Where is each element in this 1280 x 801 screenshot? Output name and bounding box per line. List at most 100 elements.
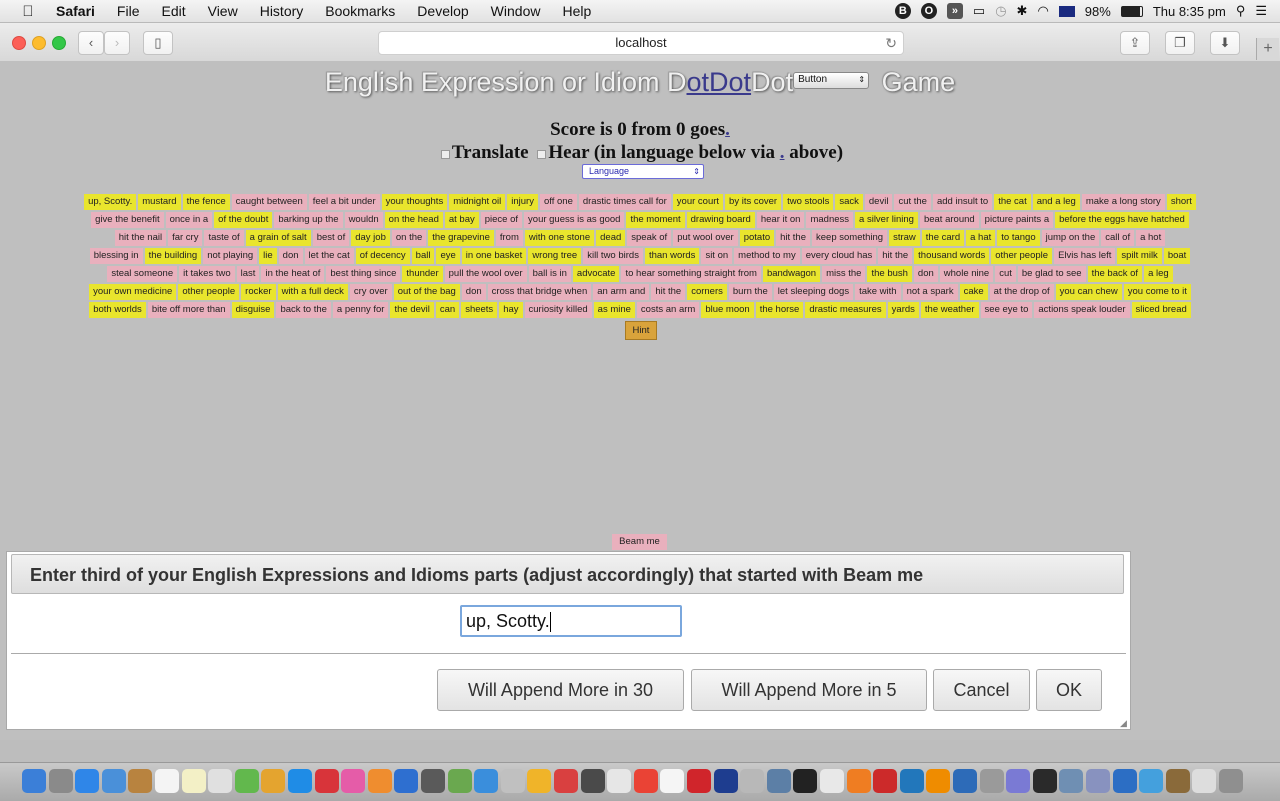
dock-app-icon[interactable]: [554, 769, 578, 793]
idiom-tile[interactable]: hit the: [776, 230, 811, 246]
idiom-tile[interactable]: of decency: [355, 248, 410, 264]
dock-app-icon[interactable]: [793, 769, 818, 793]
idiom-tile[interactable]: out of the bag: [393, 284, 460, 300]
idiom-tile[interactable]: sit on: [701, 248, 733, 264]
dock-app-icon[interactable]: [1219, 769, 1243, 793]
idiom-tile[interactable]: thunder: [402, 266, 443, 282]
dock-app-icon[interactable]: [979, 769, 1004, 793]
idiom-tile[interactable]: dead: [596, 230, 626, 246]
idiom-tile[interactable]: keep something: [812, 230, 888, 246]
idiom-tile[interactable]: before the eggs have hatched: [1055, 212, 1189, 228]
dock-app-icon[interactable]: [474, 769, 499, 793]
dock-app-icon[interactable]: [394, 769, 419, 793]
dock-app-icon[interactable]: [341, 769, 366, 793]
idiom-tile[interactable]: caught between: [231, 194, 307, 210]
idiom-tile[interactable]: cake: [959, 284, 988, 300]
idiom-tile[interactable]: picture paints a: [980, 212, 1054, 228]
idiom-tile[interactable]: straw: [889, 230, 920, 246]
idiom-tile[interactable]: other people: [178, 284, 240, 300]
idiom-tile[interactable]: your guess is as good: [524, 212, 625, 228]
idiom-tile[interactable]: than words: [644, 248, 700, 264]
dock-app-icon[interactable]: [48, 769, 73, 793]
idiom-tile[interactable]: speak of: [627, 230, 672, 246]
dock-app-icon[interactable]: [421, 769, 445, 793]
idiom-tile[interactable]: advocate: [572, 266, 620, 282]
idiom-tile[interactable]: the back of: [1087, 266, 1143, 282]
idiom-tile[interactable]: burn the: [728, 284, 772, 300]
idiom-tile[interactable]: injury: [507, 194, 538, 210]
idiom-tile[interactable]: pull the wool over: [444, 266, 527, 282]
append-more-5-button[interactable]: Will Append More in 5: [691, 669, 927, 711]
idiom-tile[interactable]: curiosity killed: [524, 302, 592, 318]
dock-app-icon[interactable]: [527, 769, 552, 793]
dock-app-icon[interactable]: [953, 769, 977, 793]
idiom-tile[interactable]: bandwagon: [762, 266, 821, 282]
idiom-tile[interactable]: a grain of salt: [245, 230, 311, 246]
dock-app-icon[interactable]: [367, 769, 392, 793]
idiom-tile[interactable]: your own medicine: [89, 284, 177, 300]
idiom-tile[interactable]: hit the: [651, 284, 686, 300]
idiom-tile[interactable]: boat: [1163, 248, 1191, 264]
idiom-tile[interactable]: sliced bread: [1131, 302, 1191, 318]
score-dot-link[interactable]: .: [725, 119, 730, 140]
idiom-tile[interactable]: your court: [672, 194, 724, 210]
idiom-tile[interactable]: disguise: [231, 302, 275, 318]
dock-app-icon[interactable]: [1165, 769, 1190, 793]
idiom-tile[interactable]: the bush: [867, 266, 912, 282]
notification-center-icon[interactable]: ☰: [1255, 3, 1267, 19]
idiom-tile[interactable]: let sleeping dogs: [773, 284, 854, 300]
idiom-tile[interactable]: a silver lining: [855, 212, 918, 228]
idiom-tile[interactable]: don: [461, 284, 486, 300]
idiom-tile[interactable]: both worlds: [89, 302, 146, 318]
idiom-tile[interactable]: be glad to see: [1017, 266, 1086, 282]
idiom-tile[interactable]: up, Scotty.: [84, 194, 137, 210]
idiom-tile[interactable]: drastic measures: [805, 302, 886, 318]
idiom-tile[interactable]: wrong tree: [528, 248, 582, 264]
idiom-tile[interactable]: add insult to: [932, 194, 993, 210]
dock-app-icon[interactable]: [846, 769, 871, 793]
idiom-tile[interactable]: the horse: [755, 302, 804, 318]
idiom-tile[interactable]: as mine: [593, 302, 635, 318]
dock-app-icon[interactable]: [500, 769, 525, 793]
idiom-tile[interactable]: the fence: [182, 194, 230, 210]
idiom-tile[interactable]: eye: [436, 248, 460, 264]
idiom-tile[interactable]: every cloud has: [801, 248, 877, 264]
tabs-overview-button[interactable]: ❐: [1165, 31, 1195, 55]
idiom-tile[interactable]: a hot: [1136, 230, 1166, 246]
zoom-window-icon[interactable]: [52, 36, 66, 50]
cancel-button[interactable]: Cancel: [933, 669, 1030, 711]
idiom-tile[interactable]: to hear something straight from: [621, 266, 761, 282]
idiom-tile[interactable]: your thoughts: [381, 194, 448, 210]
dock-app-icon[interactable]: [128, 769, 153, 793]
idiom-tile[interactable]: best of: [312, 230, 350, 246]
idiom-tile[interactable]: steal someone: [107, 266, 178, 282]
idiom-tile[interactable]: yards: [887, 302, 919, 318]
idiom-tile[interactable]: sheets: [461, 302, 498, 318]
idiom-tile[interactable]: let the cat: [304, 248, 354, 264]
airplay-icon[interactable]: ▭: [973, 3, 985, 19]
flag-icon[interactable]: [1058, 5, 1075, 17]
menu-edit[interactable]: Edit: [161, 3, 185, 19]
idiom-tile[interactable]: rocker: [241, 284, 276, 300]
idiom-tile[interactable]: it takes two: [179, 266, 235, 282]
language-select[interactable]: Language ⇕: [582, 164, 704, 179]
idiom-tile[interactable]: the moment: [626, 212, 685, 228]
idiom-tile[interactable]: in one basket: [461, 248, 527, 264]
idiom-tile[interactable]: call of: [1101, 230, 1135, 246]
dock-app-icon[interactable]: [713, 769, 738, 793]
idiom-tile[interactable]: other people: [991, 248, 1053, 264]
idiom-tile[interactable]: devil: [864, 194, 893, 210]
idiom-tile[interactable]: see eye to: [980, 302, 1033, 318]
idiom-tile[interactable]: make a long story: [1081, 194, 1165, 210]
idiom-tile[interactable]: taste of: [204, 230, 244, 246]
dock-app-icon[interactable]: [447, 769, 472, 793]
idiom-tile[interactable]: a penny for: [332, 302, 389, 318]
minimize-window-icon[interactable]: [32, 36, 46, 50]
close-window-icon[interactable]: [12, 36, 26, 50]
dock-app-icon[interactable]: [1006, 769, 1031, 793]
dock-app-icon[interactable]: [873, 769, 898, 793]
menu-window[interactable]: Window: [491, 3, 541, 19]
idiom-tile[interactable]: at the drop of: [989, 284, 1054, 300]
dock-app-icon[interactable]: [740, 769, 765, 793]
reload-icon[interactable]: ↻: [885, 32, 897, 54]
